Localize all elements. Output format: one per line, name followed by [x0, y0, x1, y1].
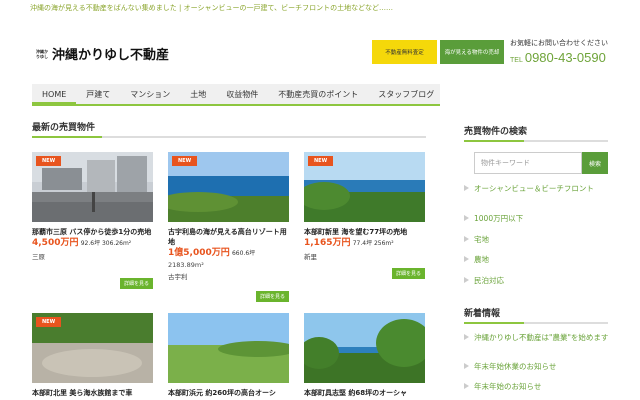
- nav-points[interactable]: 不動産売買のポイント: [268, 84, 368, 104]
- latest-listings-title: 最新の売買物件: [32, 120, 426, 138]
- sidebar-news-title: 新着情報: [464, 306, 608, 324]
- listing-photo[interactable]: NEW: [168, 152, 289, 222]
- listing-photo[interactable]: [304, 313, 425, 383]
- tel-prefix: TEL: [510, 57, 523, 64]
- listing-card[interactable]: NEW 本部町新里 海を望む77坪の売地 1,165万円 77.4坪 256m²…: [304, 152, 425, 279]
- listing-spec-2: 2183.89m²: [168, 261, 204, 269]
- contact-block: お気軽にお問い合わせください TEL 0980-43-0590: [510, 38, 610, 65]
- listing-photo[interactable]: NEW: [304, 152, 425, 222]
- nav-house[interactable]: 戸建て: [76, 84, 120, 104]
- listing-location: 三原: [32, 253, 45, 261]
- listing-price-row: 1,165万円 77.4坪 256m²: [304, 238, 425, 249]
- sidebar-search-title: 売買物件の検索: [464, 124, 608, 142]
- listing-price-row: 4,500万円 92.6坪 306.26m²: [32, 238, 153, 249]
- nav-mansion[interactable]: マンション: [120, 84, 180, 104]
- logo-name: 沖縄かりゆし不動産: [52, 48, 170, 63]
- details-button[interactable]: 詳細を見る: [391, 268, 425, 279]
- tagline: 沖縄の海が見える不動産をばんない集めました | オーシャンビューの一戸建て、ビー…: [0, 0, 640, 18]
- title-accent: [464, 322, 524, 324]
- nav-investment[interactable]: 収益物件: [216, 84, 268, 104]
- listing-spec: 660.6坪: [231, 250, 256, 257]
- nav-land[interactable]: 土地: [180, 84, 216, 104]
- triangle-icon: [464, 277, 469, 283]
- title-accent: [464, 140, 524, 142]
- listing-card[interactable]: NEW 那覇市三原 バス停から徒歩1分の売地 4,500万円 92.6坪 306…: [32, 152, 153, 289]
- triangle-icon: [464, 363, 469, 369]
- triangle-icon: [464, 185, 469, 191]
- listing-title[interactable]: 本部町北里 美ら海水族館まで車: [32, 388, 153, 398]
- listing-price: 1億5,000万円: [168, 248, 230, 258]
- triangle-icon: [464, 256, 469, 262]
- details-button[interactable]: 詳細を見る: [119, 278, 153, 289]
- listing-photo[interactable]: NEW: [32, 152, 153, 222]
- new-badge: NEW: [172, 156, 198, 166]
- nav-blog[interactable]: スタッフブログ: [368, 84, 444, 104]
- photo-coastal-trees: [304, 313, 425, 383]
- triangle-icon: [464, 236, 469, 242]
- triangle-icon: [464, 215, 469, 221]
- site-header: 沖縄かりゆし不動産 沖縄かりゆし不動産 不動産無料査定 海が見える物件の売却 お…: [0, 18, 640, 80]
- listing-card[interactable]: 本部町浜元 約260坪の高台オーシ: [168, 313, 289, 398]
- logo-mini-mark: 沖縄かりゆし不動産: [36, 48, 48, 59]
- site-logo[interactable]: 沖縄かりゆし不動産 沖縄かりゆし不動産: [36, 44, 169, 63]
- title-accent: [32, 136, 102, 138]
- contact-label: お気軽にお問い合わせください: [510, 39, 608, 47]
- listing-title[interactable]: 本部町浜元 約260坪の高台オーシ: [168, 388, 289, 398]
- listing-card[interactable]: NEW 古宇利島の海が見える高台リゾート用地 1億5,000万円 660.6坪 …: [168, 152, 289, 302]
- new-badge: NEW: [36, 317, 62, 327]
- category-link[interactable]: 1000万円以下: [464, 214, 614, 224]
- listing-price: 4,500万円: [32, 238, 79, 248]
- new-badge: NEW: [36, 156, 62, 166]
- search-form: 物件キーワード 検索: [474, 152, 608, 174]
- triangle-icon: [464, 383, 469, 389]
- listing-price-row: 1億5,000万円 660.6坪: [168, 248, 289, 259]
- listing-title[interactable]: 本部町具志堅 約68坪のオーシャ: [304, 388, 425, 398]
- listing-photo[interactable]: NEW: [32, 313, 153, 383]
- tel-number: 0980-43-0590: [524, 50, 606, 65]
- details-button[interactable]: 詳細を見る: [255, 291, 289, 302]
- category-link[interactable]: 民泊対応: [464, 276, 614, 286]
- category-link[interactable]: オーシャンビュー＆ビーチフロント: [464, 184, 614, 194]
- listing-spec: 77.4坪 256m²: [352, 240, 394, 247]
- nav-home[interactable]: HOME: [32, 84, 77, 104]
- news-link[interactable]: 年末年始のお知らせ: [464, 382, 614, 392]
- search-input[interactable]: 物件キーワード: [474, 152, 582, 174]
- news-link[interactable]: 年末年始休業のお知らせ: [464, 362, 614, 372]
- photo-green-field: [168, 313, 289, 383]
- listing-location: 新里: [304, 253, 317, 261]
- free-appraisal-button[interactable]: 不動産無料査定: [372, 40, 437, 64]
- sell-seaview-button[interactable]: 海が見える物件の売却: [440, 40, 504, 64]
- listing-title[interactable]: 本部町新里 海を望む77坪の売地: [304, 227, 425, 237]
- listing-title[interactable]: 那覇市三原 バス停から徒歩1分の売地: [32, 227, 153, 237]
- listing-price: 1,165万円: [304, 238, 351, 248]
- listing-spec: 92.6坪 306.26m²: [80, 240, 132, 247]
- listing-card[interactable]: NEW 本部町北里 美ら海水族館まで車: [32, 313, 153, 398]
- search-button[interactable]: 検索: [582, 152, 608, 174]
- phone-number[interactable]: TEL 0980-43-0590: [510, 50, 610, 65]
- news-link[interactable]: 沖縄かりゆし不動産は"農業"を始めます: [464, 333, 614, 343]
- category-link[interactable]: 農地: [464, 255, 614, 265]
- main-nav: HOME 戸建て マンション 土地 収益物件 不動産売買のポイント スタッフブロ…: [32, 84, 440, 106]
- category-link[interactable]: 宅地: [464, 235, 614, 245]
- new-badge: NEW: [308, 156, 334, 166]
- listing-title[interactable]: 古宇利島の海が見える高台リゾート用地: [168, 227, 289, 247]
- triangle-icon: [464, 334, 469, 340]
- listing-location: 古宇利: [168, 273, 188, 281]
- listing-photo[interactable]: [168, 313, 289, 383]
- listing-card[interactable]: 本部町具志堅 約68坪のオーシャ: [304, 313, 425, 398]
